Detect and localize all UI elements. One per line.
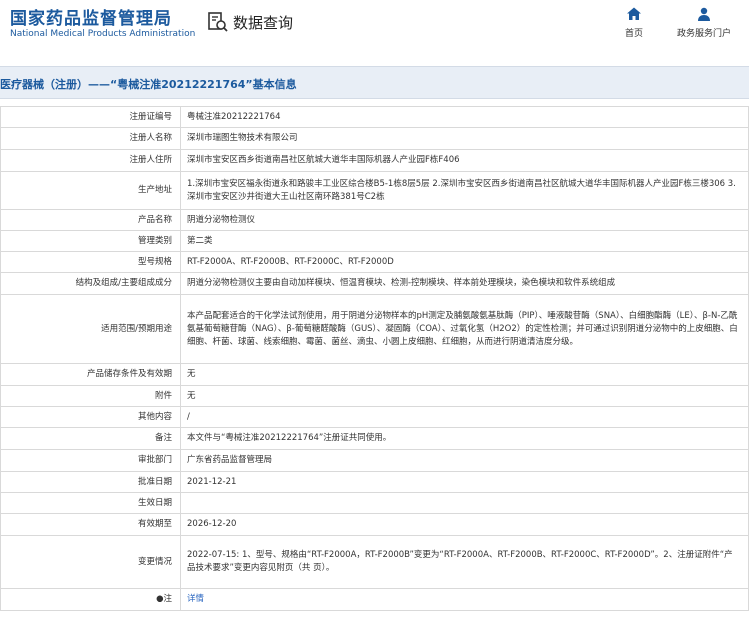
table-row: 批准日期 2021-12-21 [0,471,749,493]
field-label: 生效日期 [0,492,181,514]
field-value: 2026-12-20 [180,513,749,536]
field-value: 阴道分泌物检测仪 [180,209,749,231]
table-row: 变更情况 2022-07-15: 1、型号、规格由“RT-F2000A，RT-F2… [0,535,749,589]
table-row: 审批部门 广东省药品监督管理局 [0,449,749,472]
nav-home-label: 首页 [624,29,643,39]
data-query-heading: 数据查询 [207,10,293,34]
field-label: 产品储存条件及有效期 [0,363,181,386]
nav-service-portal-label: 政务服务门户 [676,29,731,39]
field-label: 有效期至 [0,513,181,536]
field-value: 第二类 [180,230,749,252]
home-icon [627,7,641,20]
field-label: 附件 [0,385,181,407]
field-label: 注册人名称 [0,127,181,150]
site-logo-en: National Medical Products Administration [10,29,196,39]
field-label: 型号规格 [0,251,181,273]
field-label: 生产地址 [0,171,181,210]
table-row: 附件无 [0,385,749,407]
field-label: 适用范围/预期用途 [0,294,181,364]
field-value: 1.深圳市宝安区福永街道永和路骏丰工业区综合楼B5-1栋8层5层 2.深圳市宝安… [180,171,749,210]
table-row: 注册证编号 粤械注准20212221764 [0,106,749,128]
field-value: 深圳市宝安区西乡街道南昌社区航城大道华丰国际机器人产业园F栋F406 [180,149,749,172]
registration-info-table: 注册证编号 粤械注准20212221764 注册人名称 深圳市瑞图生物技术有限公司 注册… [0,106,749,611]
record-title-bar: 医疗器械（注册）——“粤械注准20212221764”基本信息 [0,66,749,99]
table-row: 管理类别 第二类 [0,230,749,252]
table-row: 注册人名称 深圳市瑞图生物技术有限公司 [0,127,749,150]
field-label: 管理类别 [0,230,181,252]
table-row: 生产地址 1.深圳市宝安区福永街道永和路骏丰工业区综合楼B5-1栋8层5层 2.深… [0,171,749,210]
field-label: 结构及组成/主要组成成分 [0,272,181,295]
table-row: ●注 详情 [0,588,749,611]
nav-service-portal[interactable]: 政务服务门户 [668,6,740,39]
field-value: 2022-07-15: 1、型号、规格由“RT-F2000A，RT-F2000B… [180,535,749,589]
field-label: 其他内容 [0,406,181,428]
field-label: 注册人住所 [0,149,181,172]
table-row: 结构及组成/主要组成成分 阴道分泌物检测仪主要由自动加样模块、恒温育模块、检测-控… [0,272,749,295]
table-row: 产品储存条件及有效期无 [0,363,749,386]
site-header: 国家药品监督管理局 National Medical Products Admi… [0,0,749,60]
field-value [180,492,749,514]
nav-home[interactable]: 首页 [620,6,648,39]
field-label: ●注 [0,588,181,611]
field-label: 产品名称 [0,209,181,231]
field-value: 2021-12-21 [180,471,749,493]
table-row: 适用范围/预期用途 本产品配套适合的干化学法试剂使用，用于阴道分泌物样本的pH测定… [0,294,749,364]
table-row: 备注 本文件与“粤械注准20212221764”注册证共同使用。 [0,427,749,450]
field-value: 广东省药品监督管理局 [180,449,749,472]
details-link[interactable]: 详情 [187,594,204,604]
field-label: 变更情况 [0,535,181,589]
field-value: 无 [180,363,749,386]
field-value: 粤械注准20212221764 [180,106,749,128]
record-title: 医疗器械（注册）——“粤械注准20212221764”基本信息 [0,78,297,91]
field-label: 备注 [0,427,181,450]
field-value: 深圳市瑞图生物技术有限公司 [180,127,749,150]
field-value: 阴道分泌物检测仪主要由自动加样模块、恒温育模块、检测-控制模块、样本前处理模块，… [180,272,749,295]
field-label: 注册证编号 [0,106,181,128]
site-logo-cn[interactable]: 国家药品监督管理局 [10,4,172,29]
table-row: 产品名称 阴道分泌物检测仪 [0,209,749,231]
table-row: 型号规格 RT-F2000A、RT-F2000B、RT-F2000C、RT-F20… [0,251,749,273]
table-row: 生效日期 [0,492,749,514]
field-value: 本文件与“粤械注准20212221764”注册证共同使用。 [180,427,749,450]
field-value: 详情 [180,588,749,611]
table-row: 有效期至 2026-12-20 [0,513,749,536]
table-row: 注册人住所 深圳市宝安区西乡街道南昌社区航城大道华丰国际机器人产业园F栋F406 [0,149,749,172]
document-search-icon [208,12,228,32]
table-row: 其他内容 / [0,406,749,428]
field-label: 审批部门 [0,449,181,472]
field-value: RT-F2000A、RT-F2000B、RT-F2000C、RT-F2000D [180,251,749,273]
field-label: 批准日期 [0,471,181,493]
field-value: 本产品配套适合的干化学法试剂使用，用于阴道分泌物样本的pH测定及脯氨酸氨基肽酶（… [180,294,749,364]
user-icon [698,7,710,21]
field-value: 无 [180,385,749,407]
data-query-title: 数据查询 [233,13,294,32]
field-value: / [180,406,749,428]
